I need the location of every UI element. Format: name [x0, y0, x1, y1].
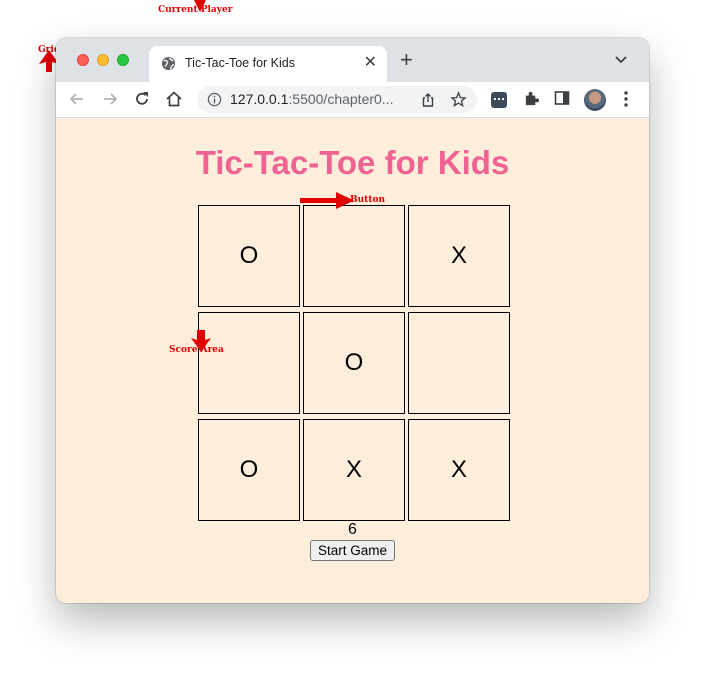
forward-arrow-icon[interactable]	[101, 90, 119, 108]
new-tab-icon[interactable]: +	[400, 49, 413, 71]
side-panel-icon[interactable]	[554, 90, 570, 106]
button-arrow-icon	[300, 192, 354, 209]
reload-icon[interactable]	[133, 90, 151, 108]
close-window-button[interactable]	[77, 54, 89, 66]
globe-icon	[161, 56, 176, 71]
grid-cell[interactable]	[408, 312, 510, 414]
page-title: Tic-Tac-Toe for Kids	[195, 144, 510, 181]
home-icon[interactable]	[165, 90, 183, 108]
browser-window: Tic-Tac-Toe for Kids ✕ + 127.0.0.1:5500/…	[56, 38, 649, 603]
score-display: 6	[348, 521, 357, 538]
grid-cell[interactable]: O	[198, 419, 300, 521]
kebab-menu-icon[interactable]	[622, 90, 630, 108]
profile-avatar[interactable]	[584, 89, 606, 111]
chevron-down-icon[interactable]	[615, 56, 627, 64]
grid-cell[interactable]: X	[303, 419, 405, 521]
maximize-window-button[interactable]	[117, 54, 129, 66]
score-area-annotation: Score Area	[169, 345, 224, 355]
grid-cell[interactable]: O	[198, 205, 300, 307]
share-icon[interactable]	[420, 92, 436, 108]
grid-cell[interactable]	[303, 205, 405, 307]
tab-bar: Tic-Tac-Toe for Kids ✕ +	[56, 38, 649, 82]
address-bar[interactable]: 127.0.0.1:5500/chapter0...	[197, 86, 477, 113]
star-icon[interactable]	[450, 91, 467, 108]
grid-cell[interactable]: X	[408, 419, 510, 521]
active-tab[interactable]: Tic-Tac-Toe for Kids ✕	[149, 46, 387, 82]
extension-icon[interactable]	[491, 92, 507, 108]
tab-close-icon[interactable]: ✕	[364, 54, 377, 72]
url-path: :5500/chapter0...	[288, 91, 394, 107]
info-icon[interactable]	[207, 92, 222, 107]
start-game-button[interactable]: Start Game	[310, 540, 395, 561]
game-grid: O X O O X X	[198, 205, 510, 521]
url-text[interactable]: 127.0.0.1:5500/chapter0...	[230, 91, 393, 107]
grid-cell[interactable]: X	[408, 205, 510, 307]
button-annotation: Button	[350, 195, 386, 205]
minimize-window-button[interactable]	[97, 54, 109, 66]
grid-cell[interactable]: O	[303, 312, 405, 414]
current-player-arrow-icon	[194, 0, 206, 12]
puzzle-icon[interactable]	[523, 90, 540, 107]
back-arrow-icon[interactable]	[68, 90, 86, 108]
url-host: 127.0.0.1	[230, 91, 289, 107]
browser-toolbar: 127.0.0.1:5500/chapter0...	[56, 82, 649, 118]
grid-cell[interactable]	[198, 312, 300, 414]
tab-title: Tic-Tac-Toe for Kids	[185, 56, 295, 70]
